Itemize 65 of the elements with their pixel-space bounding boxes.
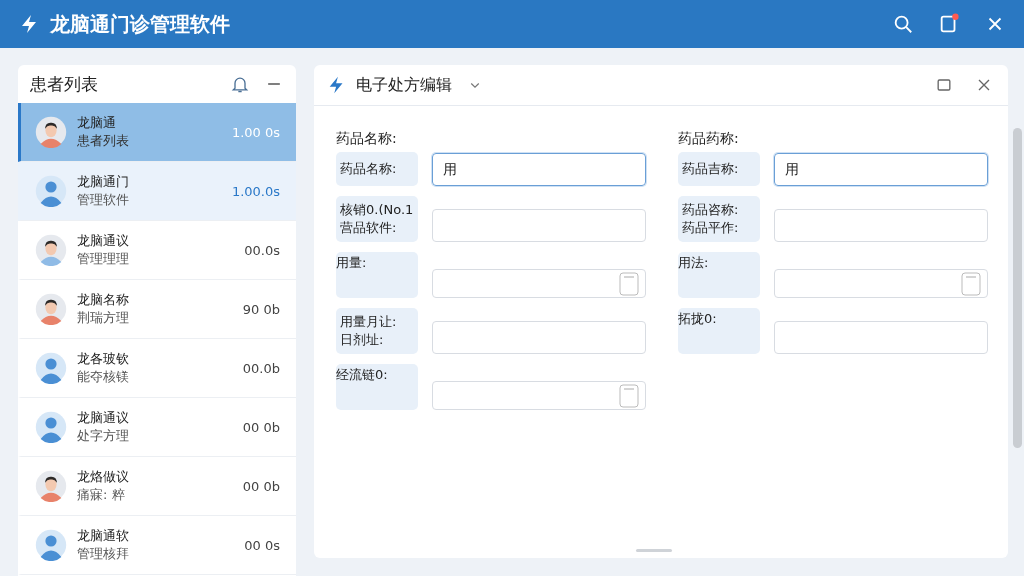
field-label: 药品吉称: bbox=[682, 160, 740, 178]
picker-icon[interactable] bbox=[619, 383, 639, 408]
patient-time: 00.0s bbox=[244, 242, 280, 258]
patient-name: 龙脑通门 bbox=[77, 173, 130, 191]
patient-item[interactable]: 龙脑名称 荆瑞方理 90 0b bbox=[18, 280, 296, 339]
patient-subtitle: 荆瑞方理 bbox=[77, 309, 130, 327]
field-label: 拓拢0: bbox=[678, 310, 718, 328]
patient-item[interactable]: 龙脑通软 管理核拜 00 0s bbox=[18, 516, 296, 575]
patient-name: 龙脑通软 bbox=[77, 527, 130, 545]
field-label: 核销0.(No.1 bbox=[340, 201, 414, 219]
field-label: 药品名称: bbox=[340, 160, 398, 178]
patient-name: 龙脑通议 bbox=[77, 409, 130, 427]
patient-time: 00.0b bbox=[242, 360, 280, 376]
patient-subtitle: 处字方理 bbox=[77, 427, 130, 445]
input-field[interactable] bbox=[774, 321, 988, 354]
input-field[interactable] bbox=[774, 269, 988, 298]
field-label: 日剂址: bbox=[340, 331, 385, 349]
patient-item[interactable]: 龙各玻钦 能夺核镁 00.0b bbox=[18, 339, 296, 398]
field-label: 药品平作: bbox=[682, 219, 740, 237]
patient-name: 龙脑通 bbox=[77, 114, 117, 132]
input-field[interactable] bbox=[432, 321, 646, 354]
field-label: 用法: bbox=[678, 254, 710, 272]
notification-icon[interactable] bbox=[938, 13, 960, 35]
input-field[interactable] bbox=[432, 381, 646, 410]
patient-subtitle: 痛寐: 粹 bbox=[77, 486, 126, 504]
field-label: 药品名称: bbox=[336, 130, 398, 148]
input-field[interactable]: 用 bbox=[774, 153, 988, 186]
patient-name: 龙脑通议 bbox=[77, 232, 130, 250]
patient-item[interactable]: 龙烙做议 痛寐: 粹 00 0b bbox=[18, 457, 296, 516]
field-label: 用量: bbox=[336, 254, 368, 272]
patient-subtitle: 能夺核镁 bbox=[77, 368, 130, 386]
patient-item[interactable]: 龙脑通议 管理理理 00.0s bbox=[18, 221, 296, 280]
patient-subtitle: 管理核拜 bbox=[77, 545, 130, 563]
patient-subtitle: 管理软件 bbox=[77, 191, 130, 209]
input-field[interactable] bbox=[432, 269, 646, 298]
input-field[interactable] bbox=[432, 209, 646, 242]
patient-item[interactable]: 龙脑通门 管理软件 1.00.0s bbox=[18, 162, 296, 221]
picker-icon[interactable] bbox=[961, 271, 981, 296]
scrollbar[interactable] bbox=[1013, 128, 1022, 448]
field-label: 营品软件: bbox=[340, 219, 398, 237]
search-icon[interactable] bbox=[892, 13, 914, 35]
patient-name: 龙各玻钦 bbox=[77, 350, 130, 368]
field-label: 经流链0: bbox=[336, 366, 389, 384]
patient-item[interactable]: 龙脑通议 处字方理 00 0b bbox=[18, 398, 296, 457]
patient-name: 龙脑名称 bbox=[77, 291, 130, 309]
patient-name: 龙烙做议 bbox=[77, 468, 130, 486]
field-label: 药品药称: bbox=[678, 130, 740, 148]
patient-time: 00 0b bbox=[242, 419, 280, 435]
input-field[interactable] bbox=[774, 209, 988, 242]
patient-subtitle: 患者列表 bbox=[77, 132, 130, 150]
patient-time: 00 0s bbox=[244, 537, 280, 553]
picker-icon[interactable] bbox=[619, 271, 639, 296]
resize-handle[interactable] bbox=[636, 549, 672, 552]
patient-time: 90 0b bbox=[242, 301, 280, 317]
editor-title: 电子处方编辑 bbox=[356, 74, 452, 96]
patient-time: 1.00.0s bbox=[231, 183, 280, 199]
field-label: 用量月让: bbox=[340, 313, 398, 331]
field-label: 药品咨称: bbox=[682, 201, 740, 219]
panel-title: 患者列表 bbox=[30, 72, 98, 96]
input-field[interactable]: 用 bbox=[432, 153, 646, 186]
patient-subtitle: 管理理理 bbox=[77, 250, 130, 268]
patient-item[interactable]: 龙脑通 患者列表 1.00 0s bbox=[18, 103, 296, 162]
patient-time: 1.00 0s bbox=[231, 124, 280, 140]
patient-time: 00 0b bbox=[242, 478, 280, 494]
window-title: 龙脑通门诊管理软件 bbox=[50, 10, 230, 38]
